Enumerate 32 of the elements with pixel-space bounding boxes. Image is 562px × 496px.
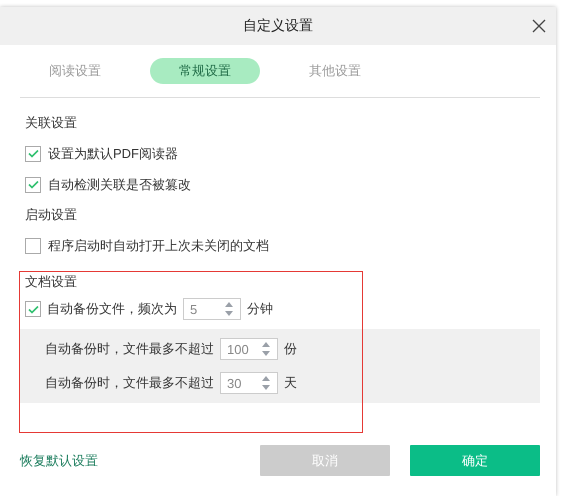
spinner-arrows-icon[interactable] [224,300,234,318]
unit-label: 分钟 [247,300,273,318]
checkbox-label[interactable]: 设置为默认PDF阅读器 [48,144,178,162]
number-field[interactable]: 30 [220,372,278,394]
tab[interactable]: 其他设置 [280,58,390,84]
number-field[interactable]: 100 [220,338,278,360]
checkbox[interactable] [25,238,41,254]
close-icon[interactable] [532,19,546,33]
confirm-button[interactable]: 确定 [410,445,540,476]
check-icon [28,180,38,189]
checkbox[interactable] [25,176,41,192]
checkbox-label[interactable]: 自动备份文件，频次为 [47,300,177,318]
tab[interactable]: 阅读设置 [20,58,130,84]
number-field[interactable]: 5 [183,298,241,320]
reset-link[interactable]: 恢复默认设置 [20,452,240,470]
section-heading: 启动设置 [25,206,78,224]
unit-label: 天 [284,374,297,392]
tab[interactable]: 常规设置 [150,58,260,84]
option-label: 自动备份时，文件最多不超过 [45,374,214,392]
checkbox-label[interactable]: 自动检测关联是否被篡改 [48,176,191,194]
check-icon [28,304,38,314]
window-title: 自定义设置 [243,17,313,35]
unit-label: 份 [284,340,297,358]
section-heading: 文档设置 [25,273,78,291]
option-label: 自动备份时，文件最多不超过 [45,340,214,358]
checkbox[interactable] [25,301,41,317]
section-heading: 关联设置 [25,114,78,132]
checkbox[interactable] [25,146,41,162]
spinner-arrows-icon[interactable] [261,340,271,358]
spinner-arrows-icon[interactable] [261,374,271,392]
checkbox-label[interactable]: 程序启动时自动打开上次未关闭的文档 [48,236,269,254]
check-icon [28,149,38,158]
